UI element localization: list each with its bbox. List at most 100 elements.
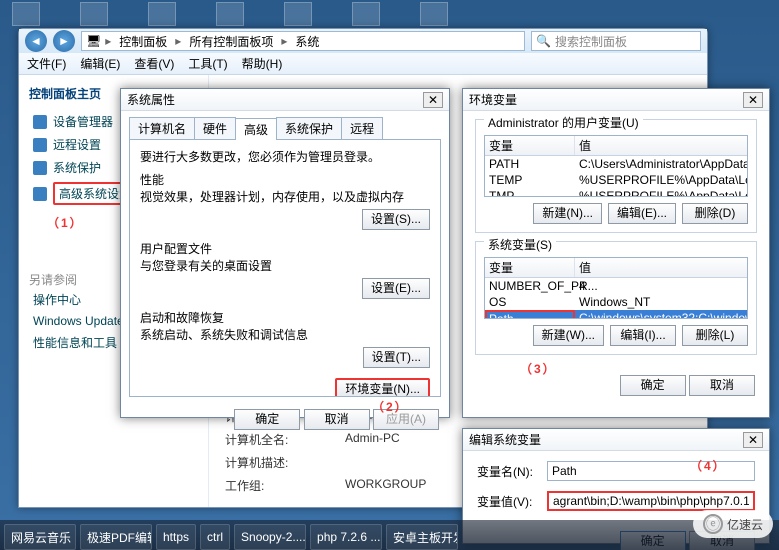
profile-settings-button[interactable]: 设置(E)... (362, 278, 430, 299)
cell-path[interactable]: Path (485, 310, 575, 319)
taskbar-item[interactable]: https (156, 524, 196, 550)
cell[interactable]: OS (485, 294, 575, 310)
edit-sys-var-button[interactable]: 编辑(I)... (610, 325, 676, 346)
profile-desc: 与您登录有关的桌面设置 (140, 257, 430, 274)
shield-icon (33, 187, 47, 201)
taskbar-item[interactable]: Snoopy-2.... (234, 524, 306, 550)
col-val: 值 (575, 258, 747, 277)
dialog-title: 编辑系统变量 (469, 431, 541, 448)
tab-protection[interactable]: 系统保护 (276, 117, 342, 139)
profile-title: 用户配置文件 (140, 240, 430, 257)
search-placeholder: 搜索控制面板 (555, 33, 627, 50)
perf-title: 性能 (140, 171, 430, 188)
shield-icon (33, 161, 47, 175)
annotation-4: （4） (690, 457, 727, 474)
tab-remote[interactable]: 远程 (341, 117, 383, 139)
explorer-titlebar: ◄ ► 🖥 ▸ 控制面板 ▸ 所有控制面板项 ▸ 系统 🔍 搜索控制面板 (19, 29, 707, 53)
taskbar-item[interactable]: php 7.2.6 ... (310, 524, 382, 550)
breadcrumb-item[interactable]: 系统 (291, 33, 323, 50)
col-val: 值 (575, 136, 747, 155)
cell[interactable]: C:\windows\system32;C:\windows;... (575, 310, 747, 319)
close-button[interactable]: ✕ (743, 432, 763, 448)
explorer-menubar: 文件(F) 编辑(E) 查看(V) 工具(T) 帮助(H) (19, 53, 707, 75)
sys-vars-table[interactable]: 变量值 NUMBER_OF_PR...4 OSWindows_NT PathC:… (484, 257, 748, 319)
cell[interactable]: 4 (575, 278, 747, 294)
cell[interactable]: C:\Users\Administrator\AppData\... (575, 156, 747, 172)
col-var: 变量 (485, 258, 575, 277)
watermark-text: 亿速云 (727, 516, 763, 533)
label-description: 计算机描述: (225, 454, 315, 471)
startup-desc: 系统启动、系统失败和调试信息 (140, 326, 430, 343)
var-value-input[interactable] (547, 491, 755, 511)
cell[interactable]: %USERPROFILE%\AppData\Local\Temp (575, 188, 747, 197)
desktop-icon[interactable] (216, 2, 244, 26)
taskbar-item[interactable]: 极速PDF编辑... (80, 524, 152, 550)
dialog-titlebar: 环境变量 ✕ (463, 89, 769, 111)
dialog-title: 环境变量 (469, 91, 517, 108)
cloud-icon: ⓔ (703, 514, 723, 534)
desktop-icons-row (0, 0, 779, 28)
breadcrumb[interactable]: 🖥 ▸ 控制面板 ▸ 所有控制面板项 ▸ 系统 (81, 31, 525, 51)
user-vars-title: Administrator 的用户变量(U) (484, 114, 643, 131)
label-workgroup: 工作组: (225, 477, 315, 494)
tab-hardware[interactable]: 硬件 (194, 117, 236, 139)
menu-tools[interactable]: 工具(T) (188, 55, 227, 72)
user-vars-table[interactable]: 变量值 PATHC:\Users\Administrator\AppData\.… (484, 135, 748, 197)
ok-button[interactable]: 确定 (620, 375, 686, 396)
annotation-3: （3） (520, 360, 557, 377)
menu-view[interactable]: 查看(V) (134, 55, 174, 72)
taskbar-item[interactable]: 安卓主板开发包2018:05... (386, 524, 458, 550)
taskbar-item[interactable]: ctrl (200, 524, 230, 550)
taskbar: 网易云音乐 极速PDF编辑... https ctrl Snoopy-2....… (0, 520, 779, 550)
menu-help[interactable]: 帮助(H) (242, 55, 283, 72)
dialog-titlebar: 编辑系统变量 ✕ (463, 429, 769, 451)
dialog-title: 系统属性 (127, 91, 175, 108)
desktop-icon[interactable] (148, 2, 176, 26)
breadcrumb-item[interactable]: 所有控制面板项 (185, 33, 277, 50)
cell[interactable]: TEMP (485, 172, 575, 188)
startup-title: 启动和故障恢复 (140, 309, 430, 326)
tabs: 计算机名 硬件 高级 系统保护 远程 (121, 111, 449, 139)
env-variables-dialog: 环境变量 ✕ Administrator 的用户变量(U) 变量值 PATHC:… (462, 88, 770, 418)
breadcrumb-home-icon: 🖥 (86, 34, 101, 48)
cancel-button[interactable]: 取消 (304, 409, 370, 430)
system-properties-dialog: 系统属性 ✕ 计算机名 硬件 高级 系统保护 远程 要进行大多数更改，您必须作为… (120, 88, 450, 418)
menu-edit[interactable]: 编辑(E) (80, 55, 120, 72)
env-vars-button[interactable]: 环境变量(N)... (335, 378, 430, 397)
search-input[interactable]: 🔍 搜索控制面板 (531, 31, 701, 51)
new-user-var-button[interactable]: 新建(N)... (533, 203, 602, 224)
cell[interactable]: NUMBER_OF_PR... (485, 278, 575, 294)
sys-vars-title: 系统变量(S) (484, 236, 556, 253)
cancel-button[interactable]: 取消 (689, 375, 755, 396)
cell[interactable]: PATH (485, 156, 575, 172)
value-workgroup: WORKGROUP (345, 477, 426, 494)
forward-button[interactable]: ► (53, 30, 75, 52)
desktop-icon[interactable] (12, 2, 40, 26)
breadcrumb-item[interactable]: 控制面板 (115, 33, 171, 50)
back-button[interactable]: ◄ (25, 30, 47, 52)
watermark: ⓔ 亿速云 (693, 510, 773, 538)
cell[interactable]: TMP (485, 188, 575, 197)
desktop-icon[interactable] (284, 2, 312, 26)
edit-user-var-button[interactable]: 编辑(E)... (608, 203, 676, 224)
delete-sys-var-button[interactable]: 删除(L) (682, 325, 748, 346)
ok-button[interactable]: 确定 (234, 409, 300, 430)
tab-advanced[interactable]: 高级 (235, 118, 277, 140)
startup-settings-button[interactable]: 设置(T)... (363, 347, 430, 368)
new-sys-var-button[interactable]: 新建(W)... (533, 325, 604, 346)
intro-text: 要进行大多数更改，您必须作为管理员登录。 (140, 148, 430, 165)
delete-user-var-button[interactable]: 删除(D) (682, 203, 748, 224)
desktop-icon[interactable] (80, 2, 108, 26)
close-button[interactable]: ✕ (743, 92, 763, 108)
close-button[interactable]: ✕ (423, 92, 443, 108)
cell[interactable]: %USERPROFILE%\AppData\Local\Temp (575, 172, 747, 188)
perf-settings-button[interactable]: 设置(S)... (362, 209, 430, 230)
menu-file[interactable]: 文件(F) (27, 55, 66, 72)
search-icon: 🔍 (536, 34, 551, 48)
desktop-icon[interactable] (420, 2, 448, 26)
var-name-label: 变量名(N): (477, 463, 547, 480)
desktop-icon[interactable] (352, 2, 380, 26)
taskbar-item[interactable]: 网易云音乐 (4, 524, 76, 550)
cell[interactable]: Windows_NT (575, 294, 747, 310)
tab-computer-name[interactable]: 计算机名 (129, 117, 195, 139)
